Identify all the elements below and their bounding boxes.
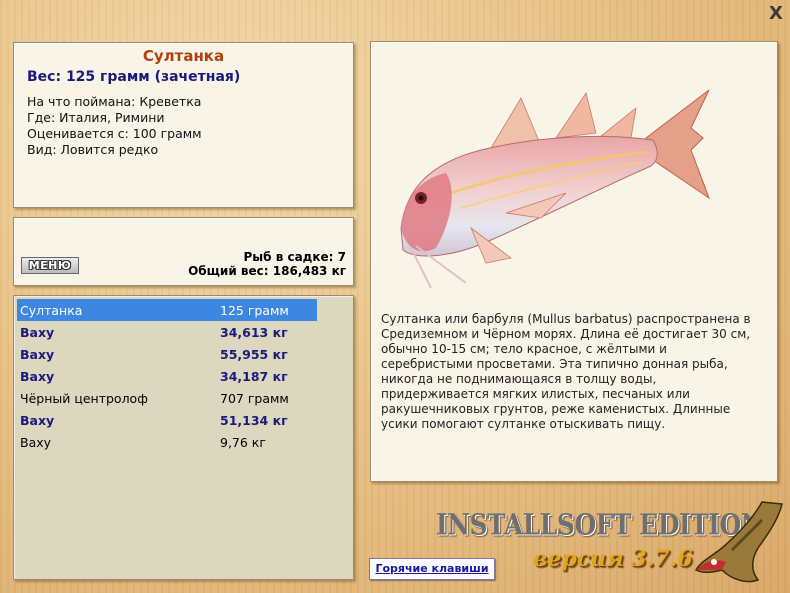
catch-fish-weight: 9,76 кг (220, 435, 266, 450)
menu-button[interactable]: МЕНЮ (21, 257, 79, 274)
catch-list: Султанка 125 грамм Ваху 34,613 кг Ваху 55,955… (13, 295, 354, 580)
fish-image (400, 89, 711, 289)
catch-list-item[interactable]: Чёрный центролоф 707 грамм (17, 387, 350, 409)
fish-picture-panel: Султанка или барбуля (Mullus barbatus) р… (370, 41, 778, 482)
keepnet-stats-panel: МЕНЮ Рыб в садке: 7 Общий вес: 186,483 к… (13, 217, 354, 286)
version-label: версия 3.7.6 (533, 546, 693, 572)
catch-fish-name: Ваху (20, 369, 55, 384)
fish-info-panel: Султанка Вес: 125 грамм (зачетная) На чт… (13, 42, 354, 208)
catch-fish-weight: 34,613 кг (220, 325, 288, 340)
catch-fish-weight: 34,187 кг (220, 369, 288, 384)
catch-fish-name: Ваху (20, 413, 55, 428)
hotkeys-button[interactable]: Горячие клавиши (369, 558, 495, 580)
catch-list-item[interactable]: Ваху 9,76 кг (17, 431, 350, 453)
pike-logo-icon (694, 501, 783, 583)
catch-list-item[interactable]: Ваху 51,134 кг (17, 409, 350, 431)
catch-list-item[interactable]: Ваху 34,187 кг (17, 365, 350, 387)
catch-fish-weight: 125 грамм (220, 303, 289, 318)
fish-valued: Оценивается с: 100 грамм (27, 126, 202, 141)
fish-name: Султанка (142, 47, 225, 65)
catch-list-item[interactable]: Ваху 34,613 кг (17, 321, 350, 343)
close-button[interactable]: X (766, 5, 786, 23)
catch-fish-name: Ваху (20, 325, 55, 340)
catch-fish-weight: 707 грамм (220, 391, 289, 406)
fish-place: Где: Италия, Римини (27, 110, 165, 125)
fish-weight: Вес: 125 грамм (зачетная) (27, 69, 241, 85)
catch-list-item[interactable]: Ваху 55,955 кг (17, 343, 350, 365)
total-weight: Общий вес: 186,483 кг (188, 264, 346, 278)
catch-fish-name: Ваху (20, 435, 52, 450)
catch-list-item[interactable]: Султанка 125 грамм (17, 299, 317, 321)
catch-fish-weight: 55,955 кг (220, 347, 288, 362)
catch-fish-name: Султанка (20, 303, 83, 318)
fish-description: Султанка или барбуля (Mullus barbatus) р… (381, 312, 751, 431)
fish-kind: Вид: Ловится редко (27, 142, 159, 157)
fish-bait: На что поймана: Креветка (27, 94, 202, 109)
fish-count: Рыб в садке: 7 (243, 250, 347, 264)
catch-fish-name: Чёрный центролоф (20, 391, 148, 406)
catch-fish-weight: 51,134 кг (220, 413, 288, 428)
catch-fish-name: Ваху (20, 347, 55, 362)
